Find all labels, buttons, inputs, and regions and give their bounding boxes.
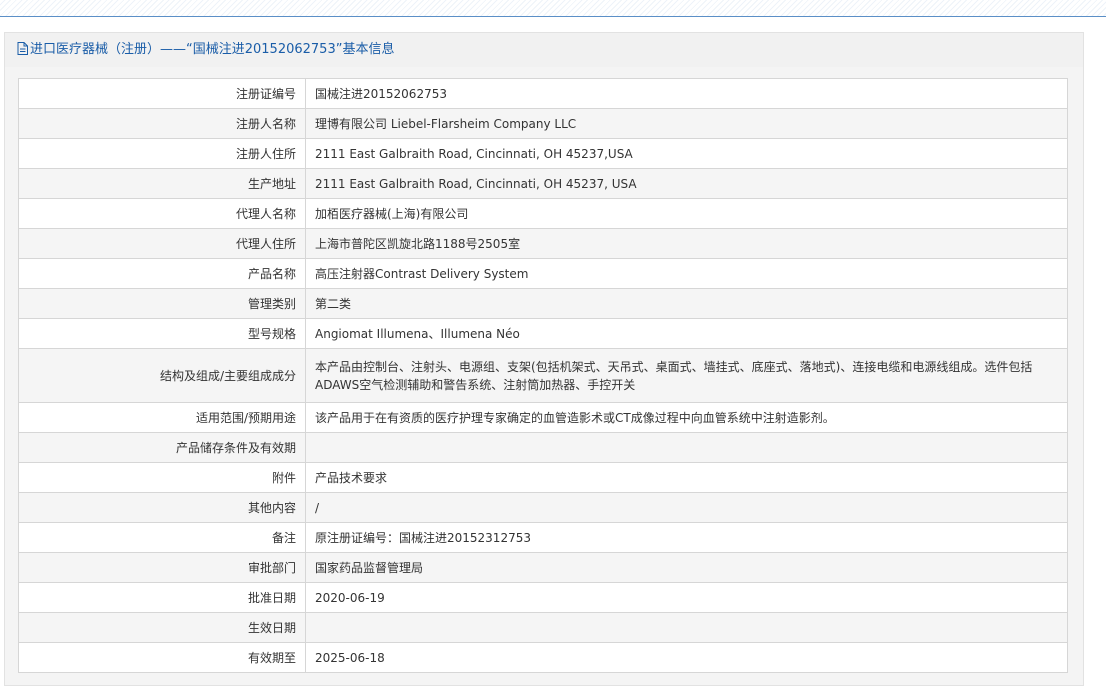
top-divider xyxy=(0,0,1106,17)
field-label: 代理人名称 xyxy=(18,198,306,229)
field-label: 生产地址 xyxy=(18,168,306,199)
field-label: 批准日期 xyxy=(18,582,306,613)
table-row: 产品储存条件及有效期 xyxy=(18,432,1068,463)
table-row: 有效期至 2025-06-18 xyxy=(18,642,1068,673)
field-value: Angiomat Illumena、Illumena Néo xyxy=(305,318,1068,349)
field-label: 有效期至 xyxy=(18,642,306,673)
table-row: 代理人住所 上海市普陀区凯旋北路1188号2505室 xyxy=(18,228,1068,259)
field-label: 代理人住所 xyxy=(18,228,306,259)
field-label: 注册证编号 xyxy=(18,78,306,109)
table-row: 注册人住所 2111 East Galbraith Road, Cincinnat… xyxy=(18,138,1068,169)
table-row: 注册证编号 国械注进20152062753 xyxy=(18,78,1068,109)
field-label: 其他内容 xyxy=(18,492,306,523)
field-label: 管理类别 xyxy=(18,288,306,319)
field-value: 第二类 xyxy=(305,288,1068,319)
field-value: 理博有限公司 Liebel-Flarsheim Company LLC xyxy=(305,108,1068,139)
info-table-container: 注册证编号 国械注进20152062753 注册人名称 理博有限公司 Liebel-F… xyxy=(18,78,1068,673)
table-row: 结构及组成/主要组成成分 本产品由控制台、注射头、电源组、支架(包括机架式、天吊式… xyxy=(18,348,1068,403)
field-label: 生效日期 xyxy=(18,612,306,643)
field-label: 附件 xyxy=(18,462,306,493)
field-label: 适用范围/预期用途 xyxy=(18,402,306,433)
table-row: 生产地址 2111 East Galbraith Road, Cincinnati… xyxy=(18,168,1068,199)
field-value: 国械注进20152062753 xyxy=(305,78,1068,109)
field-value: 2111 East Galbraith Road, Cincinnati, OH… xyxy=(305,168,1068,199)
field-label: 型号规格 xyxy=(18,318,306,349)
field-value: 2111 East Galbraith Road, Cincinnati, OH… xyxy=(305,138,1068,169)
field-value xyxy=(305,432,1068,463)
field-label: 审批部门 xyxy=(18,552,306,583)
table-row: 适用范围/预期用途 该产品用于在有资质的医疗护理专家确定的血管造影术或CT成像过程… xyxy=(18,402,1068,433)
field-value: 2025-06-18 xyxy=(305,642,1068,673)
field-value: 加栢医疗器械(上海)有限公司 xyxy=(305,198,1068,229)
table-row: 附件 产品技术要求 xyxy=(18,462,1068,493)
document-icon xyxy=(17,35,28,69)
table-row: 其他内容 / xyxy=(18,492,1068,523)
panel-header: 进口医疗器械（注册）——“国械注进20152062753”基本信息 xyxy=(5,33,1083,67)
field-value: 2020-06-19 xyxy=(305,582,1068,613)
table-row: 产品名称 高压注射器Contrast Delivery System xyxy=(18,258,1068,289)
field-label: 注册人名称 xyxy=(18,108,306,139)
field-value: 该产品用于在有资质的医疗护理专家确定的血管造影术或CT成像过程中向血管系统中注射… xyxy=(305,402,1068,433)
field-label: 产品储存条件及有效期 xyxy=(18,432,306,463)
field-label: 备注 xyxy=(18,522,306,553)
field-value: 原注册证编号：国械注进20152312753 xyxy=(305,522,1068,553)
table-row: 注册人名称 理博有限公司 Liebel-Flarsheim Company LLC xyxy=(18,108,1068,139)
field-value xyxy=(305,612,1068,643)
table-row: 审批部门 国家药品监督管理局 xyxy=(18,552,1068,583)
field-value: 国家药品监督管理局 xyxy=(305,552,1068,583)
panel-title: 进口医疗器械（注册）——“国械注进20152062753”基本信息 xyxy=(30,42,395,57)
table-row: 备注 原注册证编号：国械注进20152312753 xyxy=(18,522,1068,553)
table-row: 型号规格 Angiomat Illumena、Illumena Néo xyxy=(18,318,1068,349)
field-value: 本产品由控制台、注射头、电源组、支架(包括机架式、天吊式、桌面式、墙挂式、底座式… xyxy=(305,348,1068,403)
table-row: 管理类别 第二类 xyxy=(18,288,1068,319)
field-label: 注册人住所 xyxy=(18,138,306,169)
field-value: 上海市普陀区凯旋北路1188号2505室 xyxy=(305,228,1068,259)
table-row: 代理人名称 加栢医疗器械(上海)有限公司 xyxy=(18,198,1068,229)
field-value: 高压注射器Contrast Delivery System xyxy=(305,258,1068,289)
field-value: 产品技术要求 xyxy=(305,462,1068,493)
field-value: / xyxy=(305,492,1068,523)
table-row: 生效日期 xyxy=(18,612,1068,643)
table-row: 批准日期 2020-06-19 xyxy=(18,582,1068,613)
info-table: 注册证编号 国械注进20152062753 注册人名称 理博有限公司 Liebel-F… xyxy=(18,78,1068,673)
field-label: 产品名称 xyxy=(18,258,306,289)
field-label: 结构及组成/主要组成成分 xyxy=(18,348,306,403)
